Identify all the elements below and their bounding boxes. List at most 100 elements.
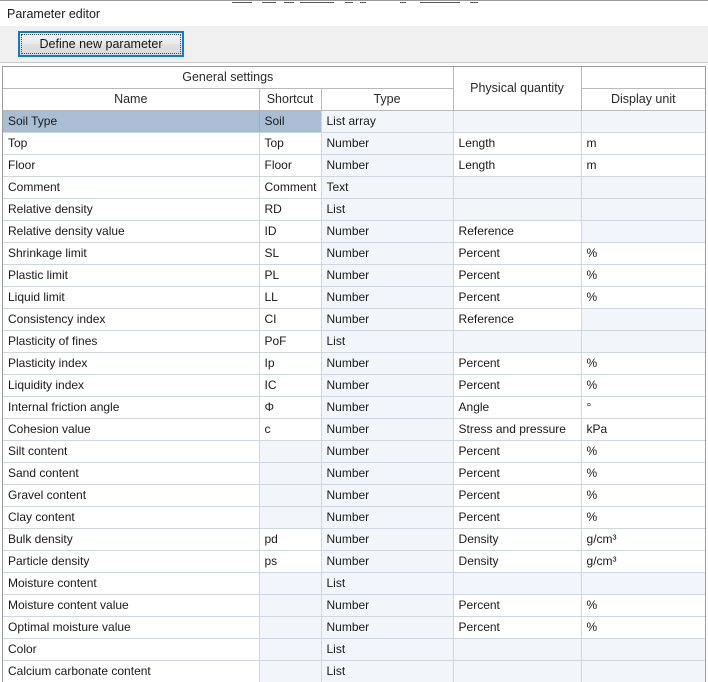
cell-shortcut[interactable] [259,638,321,660]
cell-shortcut[interactable]: IC [259,374,321,396]
cell-physical-quantity[interactable]: Stress and pressure [453,418,581,440]
cell-name[interactable]: Comment [3,176,259,198]
cell-display-unit[interactable]: % [581,374,705,396]
cell-physical-quantity[interactable]: Percent [453,484,581,506]
cell-shortcut[interactable] [259,462,321,484]
cell-name[interactable]: Plasticity index [3,352,259,374]
cell-name[interactable]: Liquid limit [3,286,259,308]
cell-physical-quantity[interactable]: Density [453,528,581,550]
cell-shortcut[interactable]: LL [259,286,321,308]
cell-name[interactable]: Bulk density [3,528,259,550]
table-row[interactable]: Internal friction angleΦNumberAngle° [3,396,705,418]
cell-physical-quantity[interactable]: Percent [453,462,581,484]
cell-display-unit[interactable]: % [581,506,705,528]
cell-display-unit[interactable]: % [581,264,705,286]
cell-type[interactable]: Number [321,506,453,528]
cell-type[interactable]: Number [321,352,453,374]
cell-physical-quantity[interactable]: Length [453,154,581,176]
cell-type[interactable]: Number [321,154,453,176]
cell-display-unit[interactable]: g/cm³ [581,550,705,572]
cell-type[interactable]: List [321,660,453,682]
cell-shortcut[interactable]: pd [259,528,321,550]
cell-physical-quantity[interactable]: Reference [453,220,581,242]
table-row[interactable]: ColorList [3,638,705,660]
cell-type[interactable]: Number [321,550,453,572]
cell-shortcut[interactable]: CI [259,308,321,330]
cell-display-unit[interactable]: % [581,594,705,616]
cell-display-unit[interactable] [581,572,705,594]
cell-display-unit[interactable]: m [581,154,705,176]
cell-display-unit[interactable] [581,198,705,220]
cell-shortcut[interactable]: Top [259,132,321,154]
table-row[interactable]: Liquidity indexICNumberPercent% [3,374,705,396]
cell-physical-quantity[interactable] [453,572,581,594]
column-header-display-unit[interactable]: Display unit [581,88,705,110]
cell-shortcut[interactable]: Comment [259,176,321,198]
cell-display-unit[interactable]: ° [581,396,705,418]
cell-physical-quantity[interactable] [453,176,581,198]
cell-physical-quantity[interactable] [453,638,581,660]
table-row[interactable]: Relative densityRDList [3,198,705,220]
cell-name[interactable]: Liquidity index [3,374,259,396]
table-row[interactable]: CommentCommentText [3,176,705,198]
cell-display-unit[interactable] [581,308,705,330]
table-row[interactable]: FloorFloorNumberLengthm [3,154,705,176]
cell-display-unit[interactable]: % [581,352,705,374]
cell-shortcut[interactable] [259,616,321,638]
table-row[interactable]: Calcium carbonate content List [3,660,705,682]
cell-name[interactable]: Shrinkage limit [3,242,259,264]
column-header-shortcut[interactable]: Shortcut [259,88,321,110]
cell-display-unit[interactable] [581,660,705,682]
parameter-grid-frame[interactable]: General settings Physical quantity Name … [2,66,706,682]
column-header-type[interactable]: Type [321,88,453,110]
table-row[interactable]: Soil TypeSoilList array [3,110,705,132]
cell-physical-quantity[interactable] [453,660,581,682]
cell-type[interactable]: Text [321,176,453,198]
table-row[interactable]: Relative density valueIDNumberReference [3,220,705,242]
cell-display-unit[interactable] [581,638,705,660]
cell-display-unit[interactable] [581,110,705,132]
cell-shortcut[interactable]: RD [259,198,321,220]
cell-name[interactable]: Plastic limit [3,264,259,286]
cell-type[interactable]: List [321,330,453,352]
cell-physical-quantity[interactable]: Percent [453,506,581,528]
cell-physical-quantity[interactable]: Density [453,550,581,572]
table-row[interactable]: Cohesion valuecNumberStress and pressure… [3,418,705,440]
cell-type[interactable]: Number [321,242,453,264]
table-row[interactable]: Silt contentNumberPercent% [3,440,705,462]
cell-physical-quantity[interactable]: Angle [453,396,581,418]
cell-physical-quantity[interactable]: Percent [453,286,581,308]
cell-physical-quantity[interactable]: Percent [453,440,581,462]
cell-physical-quantity[interactable] [453,110,581,132]
cell-shortcut[interactable] [259,506,321,528]
table-row[interactable]: Optimal moisture valueNumberPercent% [3,616,705,638]
cell-type[interactable]: List [321,638,453,660]
column-header-name[interactable]: Name [3,88,259,110]
cell-name[interactable]: Silt content [3,440,259,462]
table-row[interactable]: Bulk densitypdNumberDensityg/cm³ [3,528,705,550]
cell-shortcut[interactable]: SL [259,242,321,264]
cell-display-unit[interactable]: % [581,484,705,506]
cell-name[interactable]: Top [3,132,259,154]
cell-shortcut[interactable]: PL [259,264,321,286]
define-new-parameter-button[interactable]: Define new parameter [18,31,184,57]
table-row[interactable]: Shrinkage limitSLNumberPercent% [3,242,705,264]
cell-type[interactable]: Number [321,132,453,154]
cell-physical-quantity[interactable]: Percent [453,352,581,374]
cell-type[interactable]: Number [321,462,453,484]
table-row[interactable]: Moisture contentList [3,572,705,594]
table-row[interactable]: Particle densitypsNumberDensityg/cm³ [3,550,705,572]
cell-name[interactable]: Internal friction angle [3,396,259,418]
cell-type[interactable]: Number [321,528,453,550]
cell-type[interactable]: Number [321,594,453,616]
cell-type[interactable]: Number [321,484,453,506]
cell-display-unit[interactable]: % [581,616,705,638]
table-row[interactable]: TopTopNumberLengthm [3,132,705,154]
cell-type[interactable]: Number [321,286,453,308]
cell-name[interactable]: Plasticity of fines [3,330,259,352]
cell-name[interactable]: Calcium carbonate content [3,660,259,682]
cell-physical-quantity[interactable] [453,330,581,352]
cell-type[interactable]: List array [321,110,453,132]
cell-shortcut[interactable]: Floor [259,154,321,176]
cell-name[interactable]: Particle density [3,550,259,572]
